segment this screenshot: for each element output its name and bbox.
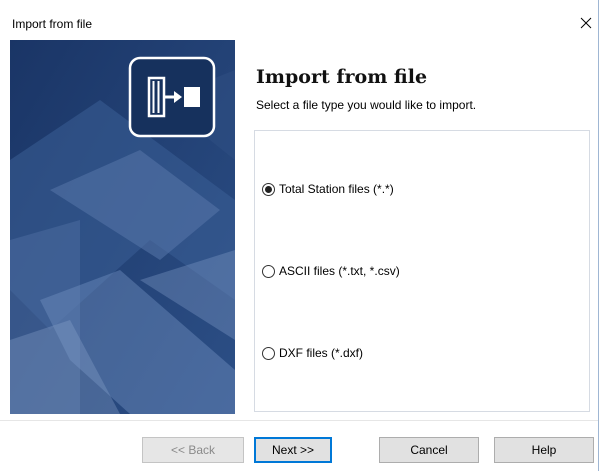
back-button[interactable]: << Back — [142, 437, 244, 463]
next-button[interactable]: Next >> — [254, 437, 332, 463]
radio-label: ASCII files (*.txt, *.csv) — [279, 264, 400, 278]
cancel-button[interactable]: Cancel — [379, 437, 479, 463]
radio-label: DXF files (*.dxf) — [279, 346, 364, 360]
wizard-banner — [10, 40, 235, 414]
page-subtitle: Select a file type you would like to imp… — [256, 98, 477, 112]
title-bar: Import from file — [0, 0, 598, 38]
radio-ascii[interactable]: ASCII files (*.txt, *.csv) — [262, 264, 400, 278]
radio-button[interactable] — [262, 346, 275, 360]
banner-graphic — [10, 40, 235, 414]
close-icon — [580, 17, 592, 29]
import-file-icon — [128, 56, 216, 138]
help-button[interactable]: Help — [494, 437, 594, 463]
radio-dxf[interactable]: DXF files (*.dxf) — [262, 346, 363, 360]
import-dialog: Import from file Import from file Select… — [0, 0, 599, 471]
page-title: Import from file — [256, 66, 428, 88]
close-button[interactable] — [575, 12, 597, 34]
radio-button-checked[interactable] — [262, 182, 275, 196]
radio-total-station[interactable]: Total Station files (*.*) — [262, 182, 394, 196]
radio-button[interactable] — [262, 264, 275, 278]
radio-label: Total Station files (*.*) — [279, 182, 394, 196]
window-title: Import from file — [12, 17, 93, 31]
